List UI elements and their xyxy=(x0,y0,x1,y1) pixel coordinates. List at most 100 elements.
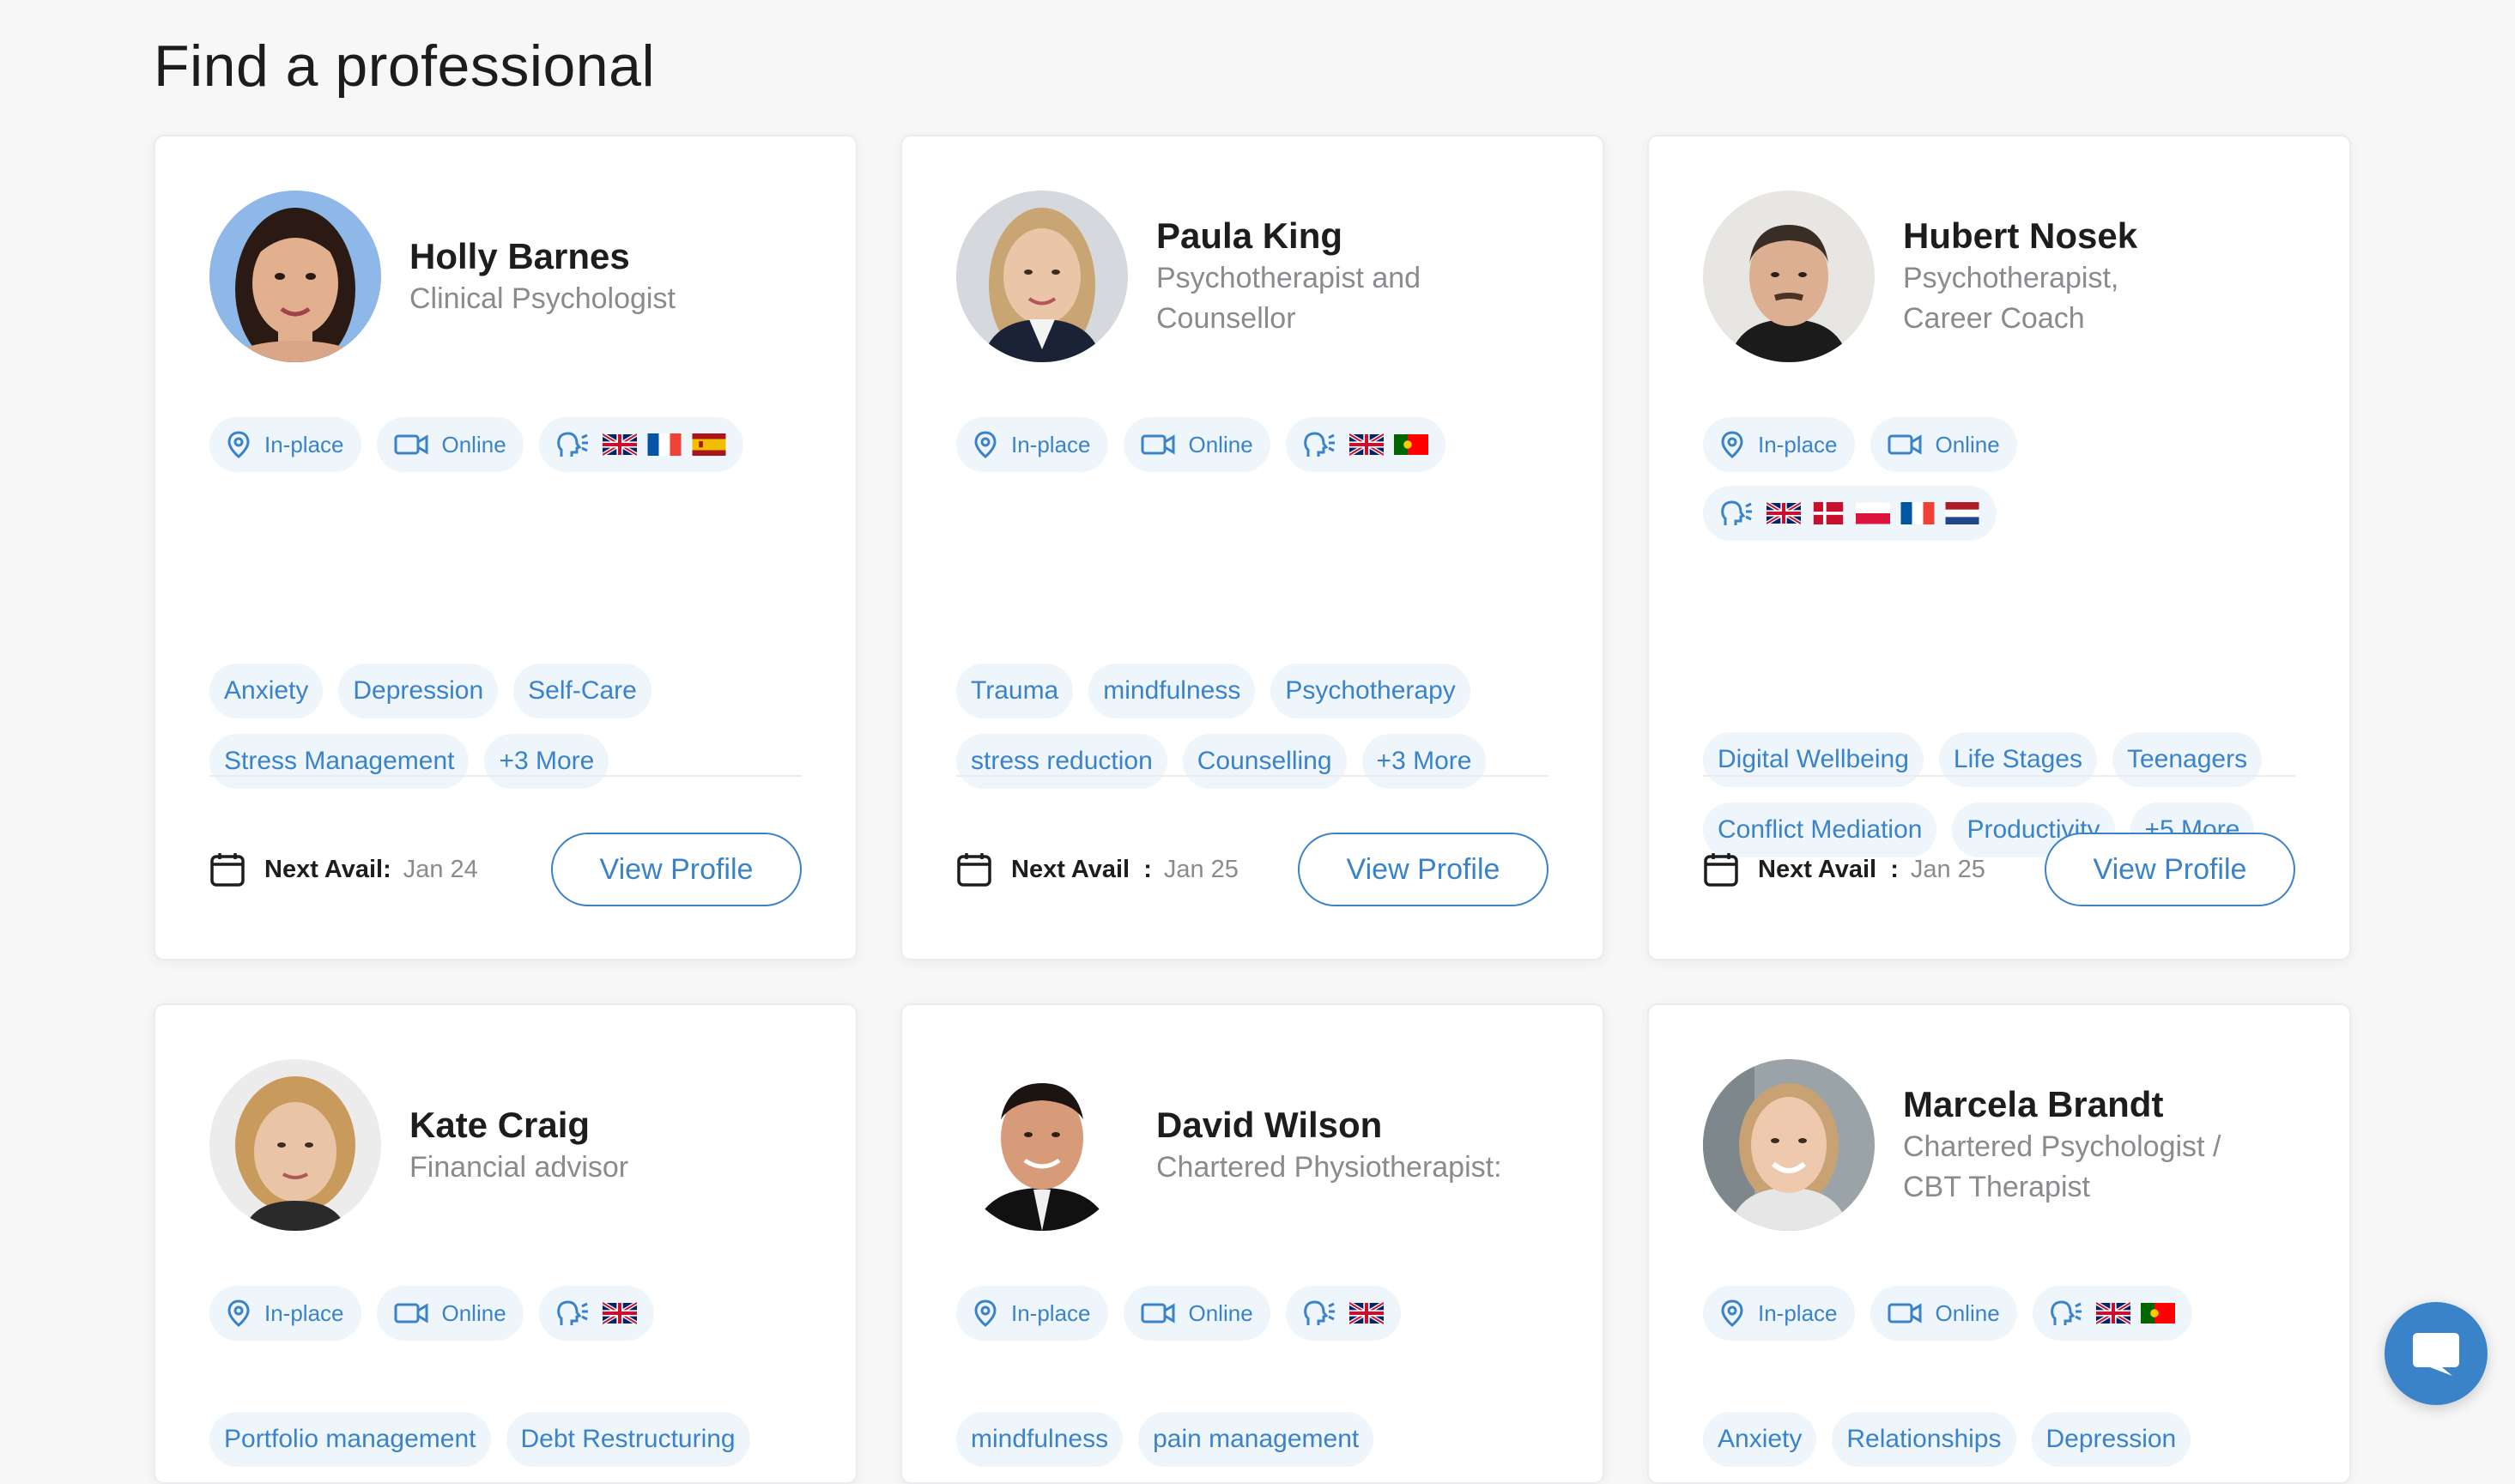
language-flags xyxy=(1348,1302,1384,1324)
avatar[interactable] xyxy=(209,191,381,362)
view-profile-button[interactable]: View Profile xyxy=(2045,833,2295,906)
poland-flag-icon xyxy=(1856,502,1890,524)
session-modes: In-place Online xyxy=(1703,1286,2304,1341)
professional-name[interactable]: Marcela Brandt xyxy=(1903,1082,2264,1127)
session-modes: In-place Online xyxy=(956,417,1557,472)
tag[interactable]: pain management xyxy=(1138,1412,1374,1467)
tag[interactable]: Self-Care xyxy=(513,663,651,718)
tag[interactable]: stress reduction xyxy=(956,734,1167,789)
next-availability: Next Avail: Jan 24 xyxy=(209,851,478,887)
professional-name[interactable]: Holly Barnes xyxy=(409,234,701,279)
tag[interactable]: Anxiety xyxy=(209,663,324,718)
tag[interactable]: Stress Management xyxy=(209,734,470,789)
identity: Marcela Brandt Chartered Psychologist / … xyxy=(1903,1082,2264,1208)
tag[interactable]: mindfulness xyxy=(956,1412,1124,1467)
tag[interactable]: Counselling xyxy=(1182,734,1347,789)
next-avail-label: Next Avail : xyxy=(1011,855,1152,883)
specialty-tags: Anxiety Depression Self-Care Stress Mana… xyxy=(209,663,827,789)
professionals-grid: Holly Barnes Clinical Psychologist In-pl… xyxy=(154,135,2351,1484)
professional-name[interactable]: Hubert Nosek xyxy=(1903,214,2195,258)
online-label: Online xyxy=(1935,431,2000,457)
tag[interactable]: Trauma xyxy=(956,663,1074,718)
card-header: David Wilson Chartered Physiotherapist: xyxy=(956,1059,1517,1231)
card-header: Holly Barnes Clinical Psychologist xyxy=(209,191,701,362)
card-header: Marcela Brandt Chartered Psychologist / … xyxy=(1703,1059,2264,1231)
speaking-head-icon xyxy=(1303,1300,1335,1325)
tag[interactable]: Depression xyxy=(2031,1412,2191,1467)
uk-flag-icon xyxy=(602,433,637,456)
languages-badge xyxy=(538,417,743,472)
avatar[interactable] xyxy=(956,1059,1128,1231)
divider xyxy=(1703,775,2295,777)
professional-name[interactable]: David Wilson xyxy=(1156,1103,1517,1148)
avatar[interactable] xyxy=(1703,1059,1875,1231)
speaking-head-icon xyxy=(2050,1300,2082,1325)
chat-bubble-icon xyxy=(2413,1333,2459,1376)
avatar[interactable] xyxy=(1703,191,1875,362)
inplace-label: In-place xyxy=(1758,431,1838,457)
speaking-head-icon xyxy=(1303,432,1335,457)
online-label: Online xyxy=(1188,431,1253,457)
tag[interactable]: Digital Wellbeing xyxy=(1703,732,1924,787)
location-pin-icon xyxy=(1721,431,1743,458)
session-modes: In-place Online xyxy=(1703,417,2304,541)
tag[interactable]: Depression xyxy=(338,663,499,718)
france-flag-icon xyxy=(647,433,682,456)
inplace-badge: In-place xyxy=(956,417,1108,472)
tag[interactable]: Anxiety xyxy=(1703,1412,1817,1467)
video-camera-icon xyxy=(1141,1303,1174,1323)
identity: David Wilson Chartered Physiotherapist: xyxy=(1156,1103,1517,1188)
speaking-head-icon xyxy=(556,432,588,457)
next-avail-date: Jan 24 xyxy=(403,855,478,883)
speaking-head-icon xyxy=(556,1300,588,1325)
tag[interactable]: mindfulness xyxy=(1088,663,1256,718)
inplace-badge: In-place xyxy=(1703,1286,1855,1341)
divider xyxy=(956,775,1548,777)
netherlands-flag-icon xyxy=(1945,502,1979,524)
view-profile-button[interactable]: View Profile xyxy=(1298,833,1548,906)
language-flags xyxy=(602,433,726,456)
identity: Holly Barnes Clinical Psychologist xyxy=(409,234,701,319)
online-label: Online xyxy=(441,1299,506,1326)
languages-badge xyxy=(1285,1286,1401,1341)
tag[interactable]: Life Stages xyxy=(1938,732,2097,787)
card-header: Hubert Nosek Psychotherapist, Career Coa… xyxy=(1703,191,2195,362)
uk-flag-icon xyxy=(2095,1302,2130,1324)
card-header: Paula King Psychotherapist and Counsello… xyxy=(956,191,1448,362)
more-tags[interactable]: +3 More xyxy=(484,734,609,789)
professional-name[interactable]: Paula King xyxy=(1156,214,1448,258)
denmark-flag-icon xyxy=(1813,502,1844,524)
tag[interactable]: Teenagers xyxy=(2112,732,2263,787)
location-pin-icon xyxy=(227,1299,250,1327)
tag[interactable]: Portfolio management xyxy=(209,1412,491,1467)
calendar-icon xyxy=(1704,853,1738,887)
professional-card: David Wilson Chartered Physiotherapist: … xyxy=(900,1003,1604,1484)
portugal-flag-icon xyxy=(2140,1303,2175,1323)
professional-name[interactable]: Kate Craig xyxy=(409,1103,701,1148)
inplace-label: In-place xyxy=(1011,431,1091,457)
video-camera-icon xyxy=(394,434,427,455)
tag[interactable]: Psychotherapy xyxy=(1270,663,1470,718)
online-label: Online xyxy=(441,431,506,457)
more-tags[interactable]: +3 More xyxy=(1361,734,1487,789)
view-profile-button[interactable]: View Profile xyxy=(551,833,802,906)
avatar[interactable] xyxy=(209,1059,381,1231)
divider xyxy=(209,775,802,777)
next-availability: Next Avail : Jan 25 xyxy=(956,851,1239,887)
tag[interactable]: Debt Restructuring xyxy=(506,1412,750,1467)
tag[interactable]: Relationships xyxy=(1832,1412,2016,1467)
session-modes: In-place Online xyxy=(209,1286,810,1341)
next-avail-date: Jan 25 xyxy=(1163,855,1239,883)
avatar[interactable] xyxy=(956,191,1128,362)
session-modes: In-place Online xyxy=(956,1286,1557,1341)
online-badge: Online xyxy=(376,1286,524,1341)
professional-card: Hubert Nosek Psychotherapist, Career Coa… xyxy=(1647,135,2351,960)
identity: Hubert Nosek Psychotherapist, Career Coa… xyxy=(1903,214,2195,339)
uk-flag-icon xyxy=(1348,433,1384,456)
uk-flag-icon xyxy=(1348,1302,1384,1324)
online-badge: Online xyxy=(1870,1286,2017,1341)
inplace-label: In-place xyxy=(264,431,344,457)
chat-button[interactable] xyxy=(2385,1302,2488,1405)
identity: Paula King Psychotherapist and Counsello… xyxy=(1156,214,1448,339)
online-badge: Online xyxy=(1870,417,2017,472)
